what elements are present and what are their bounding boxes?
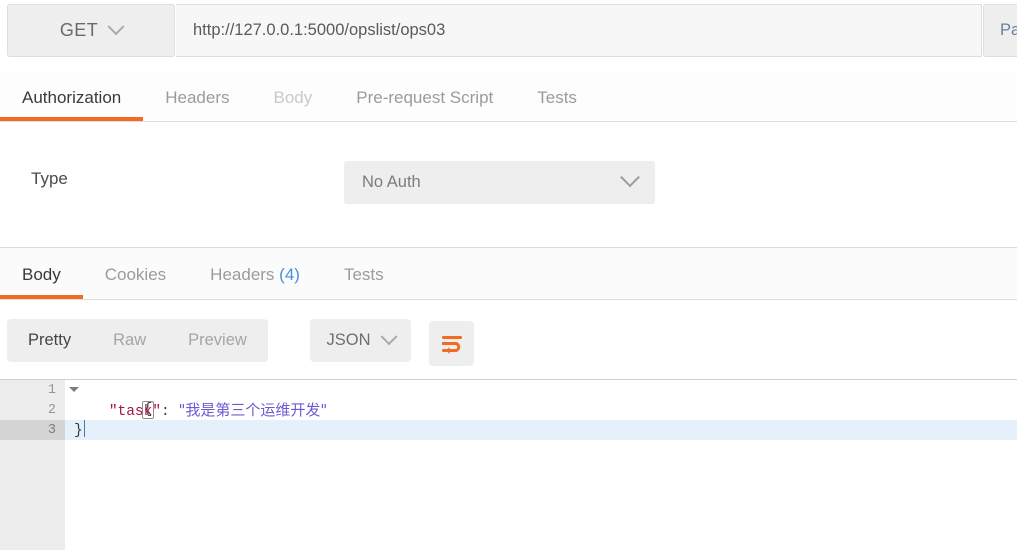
response-tab-cookies[interactable]: Cookies [83, 248, 188, 299]
response-tab-headers[interactable]: Headers (4) [188, 248, 322, 299]
gutter-line-1[interactable]: 1 [0, 380, 79, 400]
response-tab-tests-label: Tests [343, 265, 384, 284]
editor-gutter: 1 2 3 [0, 380, 79, 550]
view-mode-preview[interactable]: Preview [167, 319, 268, 362]
json-value-task: "我是第三个运维开发" [178, 401, 328, 419]
view-mode-preview-label: Preview [188, 331, 247, 349]
tab-body-label: Body [273, 88, 313, 107]
json-key-task: "task" [108, 404, 162, 420]
response-tabs: Body Cookies Headers (4) Tests [0, 248, 406, 299]
auth-type-label: Type [31, 169, 68, 188]
tab-body[interactable]: Body [252, 72, 335, 121]
response-headers-count: (4) [279, 265, 300, 284]
response-body-editor[interactable]: 1 2 3 { "task": "我是第三个运维开发" } [0, 379, 1017, 550]
gutter-line-2[interactable]: 2 [0, 400, 65, 420]
params-button-label: Params [1000, 21, 1017, 39]
http-method-selector[interactable]: GET [7, 4, 175, 57]
postman-request-response-pane: GET http://127.0.0.1:5000/opslist/ops03 … [0, 0, 1017, 550]
authorization-panel: Type No Auth [0, 122, 1017, 247]
response-view-mode-group: Pretty Raw Preview [7, 319, 268, 362]
tab-headers-label: Headers [165, 88, 230, 107]
text-cursor [83, 420, 85, 437]
json-colon: : [161, 404, 179, 420]
gutter-line-1-number: 1 [47, 382, 56, 398]
gutter-line-2-number: 2 [47, 402, 56, 418]
view-mode-pretty[interactable]: Pretty [7, 319, 92, 362]
chevron-down-icon [620, 166, 640, 187]
view-mode-raw-label: Raw [113, 331, 147, 349]
word-wrap-icon [441, 335, 462, 354]
json-close-brace: } [74, 423, 83, 439]
response-tabs-bar: Body Cookies Headers (4) Tests [0, 248, 1017, 300]
tab-tests-label: Tests [537, 88, 577, 107]
request-url-text: http://127.0.0.1:5000/opslist/ops03 [193, 21, 446, 39]
response-tab-body-label: Body [22, 265, 61, 284]
response-tab-headers-label: Headers [210, 265, 275, 284]
view-mode-raw[interactable]: Raw [92, 319, 167, 362]
code-line-1[interactable]: { [65, 380, 1017, 419]
tab-authorization-label: Authorization [22, 88, 122, 107]
tab-headers[interactable]: Headers [143, 72, 251, 121]
response-tab-body[interactable]: Body [0, 248, 83, 299]
tab-tests[interactable]: Tests [515, 72, 599, 121]
request-tabs: Authorization Headers Body Pre-request S… [0, 72, 599, 121]
auth-type-dropdown[interactable]: No Auth [344, 161, 655, 204]
http-method-label: GET [59, 20, 99, 40]
auth-type-value: No Auth [362, 173, 421, 191]
response-tab-tests[interactable]: Tests [322, 248, 406, 299]
request-tabs-bar: Authorization Headers Body Pre-request S… [0, 72, 1017, 122]
response-format-dropdown[interactable]: JSON [310, 319, 411, 362]
request-url-input[interactable]: http://127.0.0.1:5000/opslist/ops03 [176, 4, 982, 57]
code-line-3[interactable]: } [65, 420, 1017, 440]
response-format-value: JSON [326, 331, 371, 349]
params-button[interactable]: Params [983, 4, 1017, 57]
response-view-toolbar: Pretty Raw Preview JSON [0, 300, 1017, 378]
code-line-2[interactable]: "task": "我是第三个运维开发" [65, 400, 1017, 420]
code-line-2-indent [74, 404, 109, 420]
editor-code-area[interactable]: { "task": "我是第三个运维开发" } [65, 380, 1017, 550]
view-mode-pretty-label: Pretty [28, 331, 72, 349]
tab-pre-request-script[interactable]: Pre-request Script [334, 72, 515, 121]
request-url-bar: GET http://127.0.0.1:5000/opslist/ops03 … [0, 0, 1017, 61]
tab-authorization[interactable]: Authorization [0, 72, 144, 121]
chevron-down-icon [380, 327, 397, 345]
gutter-line-3-number: 3 [47, 422, 56, 438]
chevron-down-icon [107, 17, 125, 35]
gutter-line-3[interactable]: 3 [0, 420, 65, 440]
tab-pre-request-script-label: Pre-request Script [356, 88, 494, 107]
response-tab-cookies-label: Cookies [104, 265, 167, 284]
word-wrap-toggle-button[interactable] [429, 321, 474, 366]
